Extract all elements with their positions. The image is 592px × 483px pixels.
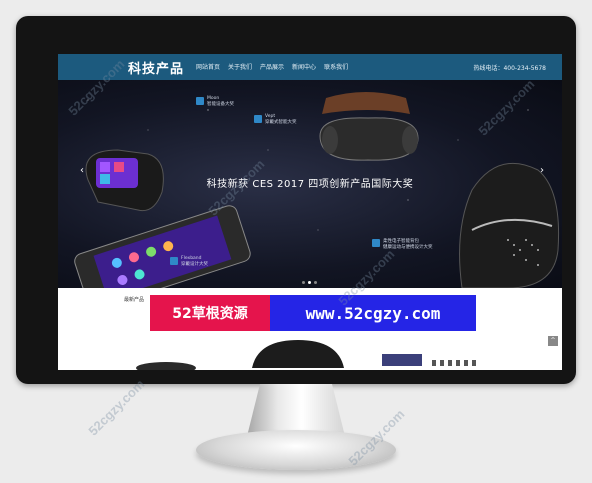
award-badge: Flexband 穿戴设计大奖 bbox=[170, 256, 208, 267]
award-icon bbox=[196, 97, 204, 105]
award-badge: Moon 智能设备大奖 bbox=[196, 96, 234, 107]
award-badge: Vept 穿戴式智能大奖 bbox=[254, 114, 297, 125]
award-icon bbox=[254, 115, 262, 123]
hotline: 热线电话：400-234-5678 bbox=[473, 65, 546, 72]
monitor-stand-base bbox=[196, 430, 396, 470]
slide-indicators bbox=[302, 281, 317, 284]
banner-title: 科技新获 CES 2017 四项创新产品国际大奖 bbox=[206, 179, 414, 190]
nav-about[interactable]: 关于我们 bbox=[228, 62, 252, 71]
award-icon bbox=[372, 239, 380, 247]
award-description: 健康运动与便携设计大奖 bbox=[383, 245, 433, 250]
award-description: 穿戴式智能大奖 bbox=[265, 120, 297, 125]
nav-products[interactable]: 产品展示 bbox=[260, 62, 284, 71]
slide-dot[interactable] bbox=[302, 281, 305, 284]
section-title: 最新产品 bbox=[124, 297, 145, 303]
product-thumbnails bbox=[136, 340, 476, 370]
award-badge: 柔性电子智能背包 健康运动与便携设计大奖 bbox=[372, 238, 433, 250]
nav-news[interactable]: 新闻中心 bbox=[292, 62, 316, 71]
award-icon bbox=[170, 257, 178, 265]
site-logo[interactable]: 科技产品 bbox=[128, 58, 184, 77]
site-header: 科技产品 网站首页 关于我们 产品展示 新闻中心 联系我们 热线电话：400-2… bbox=[58, 54, 562, 80]
main-nav: 网站首页 关于我们 产品展示 新闻中心 联系我们 bbox=[196, 62, 356, 71]
product-section: 最新产品 52草根资源 www.52cgzy.com ^ bbox=[58, 288, 562, 370]
screen: 科技产品 网站首页 关于我们 产品展示 新闻中心 联系我们 热线电话：400-2… bbox=[58, 54, 562, 370]
brand-ad-banner[interactable]: 52草根资源 bbox=[150, 295, 270, 331]
award-description: 智能设备大奖 bbox=[207, 102, 234, 107]
watermark: 52cgzy.com bbox=[85, 376, 148, 439]
next-slide-arrow-icon[interactable]: › bbox=[536, 165, 548, 177]
brand-url-banner[interactable]: www.52cgzy.com bbox=[270, 295, 476, 331]
nav-contact[interactable]: 联系我们 bbox=[324, 62, 348, 71]
slide-dot-active[interactable] bbox=[308, 281, 311, 284]
hero-banner[interactable]: Moon 智能设备大奖 Vept 穿戴式智能大奖 Flexband 穿戴设计大奖 bbox=[58, 80, 562, 288]
nav-home[interactable]: 网站首页 bbox=[196, 62, 220, 71]
slide-dot[interactable] bbox=[314, 281, 317, 284]
award-description: 穿戴设计大奖 bbox=[181, 262, 208, 267]
prev-slide-arrow-icon[interactable]: ‹ bbox=[76, 165, 88, 177]
monitor: 科技产品 网站首页 关于我们 产品展示 新闻中心 联系我们 热线电话：400-2… bbox=[16, 16, 576, 384]
